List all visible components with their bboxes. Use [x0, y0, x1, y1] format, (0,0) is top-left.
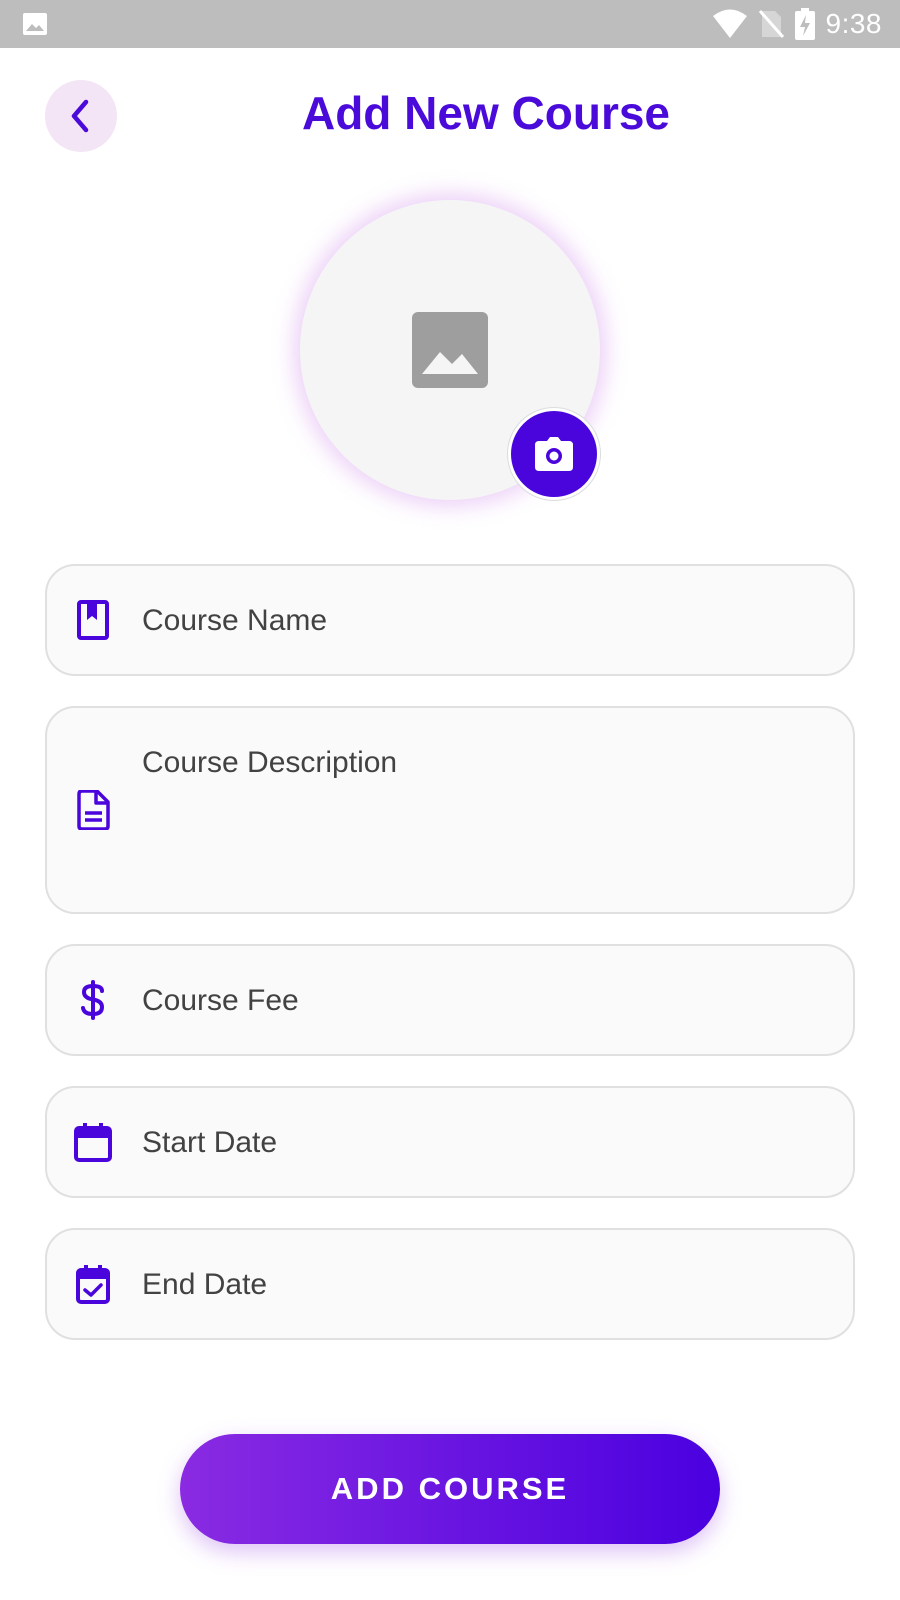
status-time: 9:38: [825, 8, 882, 39]
gallery-notification-icon: [23, 13, 47, 35]
camera-icon: [535, 437, 573, 471]
start-date-label: Start Date: [142, 1126, 278, 1159]
dollar-icon: [81, 980, 105, 1020]
add-course-button[interactable]: ADD COURSE: [180, 1434, 720, 1544]
end-date-label: End Date: [142, 1268, 268, 1301]
page-title: Add New Course: [301, 87, 671, 139]
course-name-field[interactable]: Course Name: [45, 564, 855, 676]
bookmark-book-icon: [77, 600, 109, 640]
course-description-field[interactable]: Course Description: [45, 706, 855, 914]
start-date-field[interactable]: Start Date: [45, 1086, 855, 1198]
status-icons: 9:38: [712, 0, 883, 48]
end-date-field[interactable]: End Date: [45, 1228, 855, 1340]
course-fee-field[interactable]: Course Fee: [45, 944, 855, 1056]
status-bar: 9:38: [0, 0, 900, 48]
course-fee-label: Course Fee: [142, 984, 299, 1017]
course-name-label: Course Name: [142, 604, 328, 637]
document-icon: [77, 790, 110, 830]
battery-charging-icon: [794, 8, 815, 40]
calendar-icon: [74, 1123, 112, 1162]
camera-button[interactable]: [508, 408, 600, 500]
calendar-check-icon: [76, 1265, 110, 1304]
wifi-icon: [712, 9, 747, 38]
image-icon: [412, 312, 488, 388]
no-sim-icon: [758, 10, 784, 38]
course-description-label: Course Description: [142, 746, 398, 779]
